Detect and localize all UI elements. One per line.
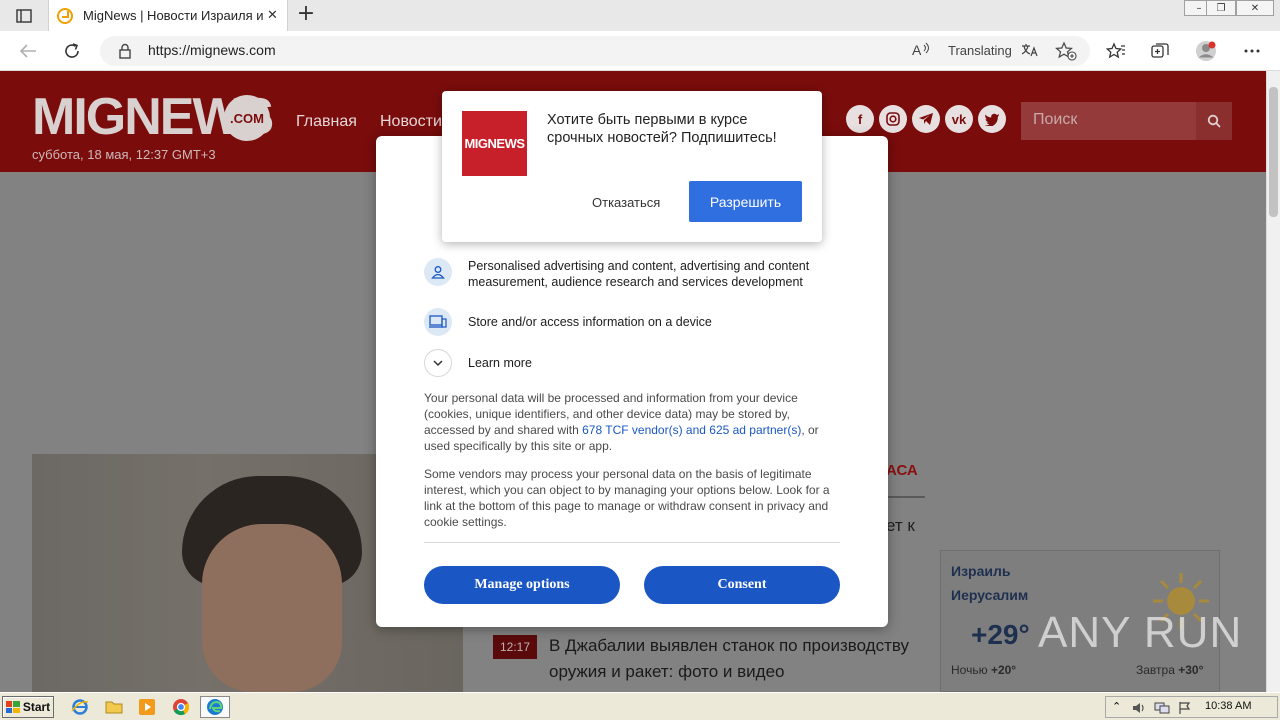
site-search-button[interactable] [1196, 102, 1232, 140]
weather-night-temp: +20° [990, 663, 1017, 677]
tab-actions-icon[interactable] [10, 6, 38, 26]
news-time-badge: 12:17 [493, 635, 537, 659]
volume-icon[interactable] [1132, 700, 1146, 719]
consent-divider [424, 542, 840, 543]
refresh-icon[interactable] [60, 39, 84, 63]
search-icon [1207, 114, 1221, 128]
page-scrollbar[interactable] [1266, 71, 1280, 692]
twitter-icon[interactable] [978, 105, 1006, 133]
site-logo-suffix: .COM [224, 95, 270, 141]
chrome-icon[interactable] [168, 696, 194, 718]
flag-icon[interactable] [1178, 700, 1192, 719]
back-arrow-icon[interactable] [16, 39, 40, 63]
anyrun-watermark: ANY RUN [1038, 608, 1243, 657]
weather-tomorrow-label: Завтра [1136, 663, 1175, 677]
read-aloud-icon[interactable]: A [912, 42, 932, 60]
consent-button[interactable]: Consent [644, 566, 840, 604]
browser-tab-bar: MigNews | Новости Израиля и М ✕ + – ❐ ✕ [0, 0, 1280, 31]
translate-icon[interactable] [1020, 42, 1038, 60]
lock-icon[interactable] [118, 43, 132, 59]
weather-temperature: +29° [971, 619, 1030, 650]
add-favorite-icon[interactable] [1054, 41, 1077, 61]
restore-button[interactable]: ❐ [1206, 0, 1236, 16]
weather-tomorrow: Завтра +30° [1136, 663, 1203, 677]
mignews-logo: MIGNEWS [462, 111, 527, 176]
instagram-icon[interactable] [879, 105, 907, 133]
site-search-input[interactable]: Поиск [1033, 111, 1077, 129]
vendors-link[interactable]: 678 TCF vendor(s) and 625 ad partner(s) [582, 423, 801, 437]
windows-flag-icon [5, 701, 20, 713]
site-search-box[interactable]: Поиск [1021, 102, 1232, 140]
svg-text:A: A [912, 42, 922, 58]
heading-underline [886, 496, 925, 498]
weather-city[interactable]: Иерусалим [951, 587, 1028, 603]
push-prompt-text: Хотите быть первыми в курсе срочных ново… [547, 112, 777, 146]
purpose-text: Personalised advertising and content, ad… [468, 259, 810, 289]
weather-tomorrow-temp: +30° [1178, 663, 1204, 677]
manage-options-button[interactable]: Manage options [424, 566, 620, 604]
weather-country: Израиль [951, 563, 1011, 579]
nav-news-link[interactable]: Новости [380, 113, 442, 131]
telegram-icon[interactable] [912, 105, 940, 133]
network-icon[interactable] [1154, 700, 1170, 719]
push-subscribe-popup: MIGNEWS Хотите быть первыми в курсе сроч… [442, 91, 822, 242]
consent-paragraph-2: Some vendors may process your personal d… [424, 467, 830, 529]
news-item-title[interactable]: В Джабалии выявлен станок по производств… [549, 633, 929, 685]
mignews-favicon-icon [57, 7, 73, 24]
tray-expand-icon[interactable]: ⌃ [1112, 700, 1121, 713]
tab-close-icon[interactable]: ✕ [266, 8, 279, 23]
more-menu-icon[interactable] [1240, 39, 1264, 63]
system-tray: ⌃ [1105, 696, 1278, 718]
windows-taskbar: Start ⌃ [0, 692, 1280, 720]
collections-icon[interactable] [1148, 39, 1172, 63]
url-text[interactable]: https://mignews.com [148, 42, 276, 58]
taskbar-clock[interactable]: 10:38 AM [1205, 700, 1251, 712]
consent-paragraph-1: Your personal data will be processed and… [424, 390, 842, 454]
nav-home-link[interactable]: Главная [296, 113, 357, 131]
favorites-icon[interactable] [1104, 39, 1128, 63]
browser-toolbar: https://mignews.com A Translating [0, 31, 1280, 71]
start-label: Start [22, 700, 51, 714]
vk-icon[interactable]: vk [945, 105, 973, 133]
browser-tab-active[interactable]: MigNews | Новости Израиля и М ✕ [48, 0, 288, 31]
new-tab-button[interactable]: + [296, 3, 316, 26]
window-close-button[interactable]: ✕ [1236, 0, 1274, 16]
news-section-heading: АСА [886, 462, 918, 479]
push-deny-button[interactable]: Отказаться [592, 195, 660, 210]
news-snippet[interactable]: ет к [886, 516, 915, 536]
media-player-icon[interactable] [134, 696, 160, 718]
address-bar[interactable]: https://mignews.com A Translating [100, 36, 1090, 66]
site-date: суббота, 18 мая, 12:37 GMT+3 [32, 147, 216, 162]
weather-night: Ночью +20° [951, 663, 1016, 677]
weather-night-label: Ночью [951, 663, 988, 677]
edge-icon[interactable] [200, 696, 230, 718]
start-button[interactable]: Start [2, 696, 54, 718]
purpose-text: Store and/or access information on a dev… [468, 315, 712, 329]
facebook-icon[interactable]: f [846, 105, 874, 133]
tab-title: MigNews | Новости Израиля и М [83, 8, 266, 23]
photo-face [202, 524, 342, 692]
chevron-down-icon[interactable] [424, 349, 452, 377]
folder-icon[interactable] [101, 696, 127, 718]
scrollbar-thumb[interactable] [1269, 87, 1278, 217]
learn-more-label[interactable]: Learn more [468, 355, 668, 371]
device-icon [424, 308, 452, 336]
profile-avatar-icon[interactable] [1194, 39, 1218, 63]
push-allow-button[interactable]: Разрешить [689, 181, 802, 222]
person-icon [424, 258, 452, 286]
ie-icon[interactable] [67, 696, 93, 718]
translating-status[interactable]: Translating [948, 43, 1012, 58]
